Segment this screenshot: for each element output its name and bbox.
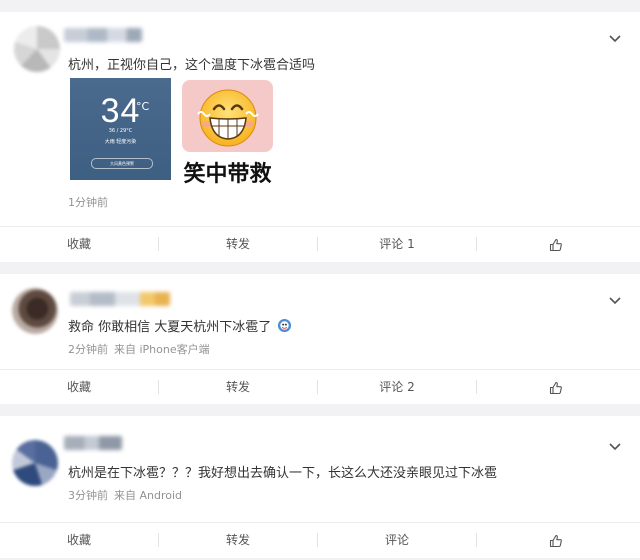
comment-button[interactable]: 评论 2: [318, 370, 476, 404]
username-blurred[interactable]: [64, 28, 142, 42]
like-button[interactable]: [477, 370, 635, 404]
weather-unit: °C: [136, 100, 150, 113]
weather-screenshot-image[interactable]: 34 °C 36 / 29°C 大雨 轻度污染 大风黄色预警: [70, 78, 171, 180]
action-bar: 收藏 转发 评论 1: [0, 226, 640, 261]
post-source[interactable]: 来自 Android: [114, 489, 182, 502]
grinning-face-icon: [197, 89, 259, 147]
emoji-sticker-icon: [278, 318, 292, 333]
like-button[interactable]: [477, 523, 635, 557]
username-blurred[interactable]: [64, 436, 122, 450]
repost-button[interactable]: 转发: [159, 523, 317, 557]
favorite-button[interactable]: 收藏: [0, 227, 158, 261]
post-source[interactable]: 来自 iPhone客户端: [114, 343, 210, 356]
post-time: 1分钟前: [68, 196, 108, 209]
post-card: 救命 你敢相信 大夏天杭州下冰雹了 2分钟前 来自 iPhone客户端 收藏 转发…: [0, 274, 640, 404]
favorite-button[interactable]: 收藏: [0, 523, 158, 557]
weather-range: 36 / 29°C: [108, 128, 133, 134]
post-text-content: 救命 你敢相信 大夏天杭州下冰雹了: [68, 320, 272, 335]
favorite-button[interactable]: 收藏: [0, 370, 158, 404]
like-button[interactable]: [477, 227, 635, 261]
post-card: 杭州，正视你自己，这个温度下冰雹合适吗 34 °C 36 / 29°C 大雨 轻…: [0, 12, 640, 262]
chevron-down-icon[interactable]: [608, 34, 622, 44]
post-text: 杭州，正视你自己，这个温度下冰雹合适吗: [68, 58, 316, 73]
action-bar: 收藏 转发 评论 2: [0, 369, 640, 404]
post-time: 3分钟前: [68, 489, 108, 502]
thumbs-up-icon: [549, 381, 562, 394]
action-bar: 收藏 转发 评论: [0, 522, 640, 557]
post-meta: 2分钟前 来自 iPhone客户端: [68, 341, 210, 357]
chevron-down-icon[interactable]: [608, 296, 622, 306]
avatar[interactable]: [12, 288, 58, 334]
thumbs-up-icon: [549, 238, 562, 251]
thumbs-up-icon: [549, 534, 562, 547]
weather-temp: 34: [100, 92, 141, 130]
username-blurred[interactable]: [70, 292, 170, 306]
post-text: 杭州是在下冰雹？？？我好想出去确认一下，长这么大还没亲眼见过下冰雹: [68, 466, 498, 481]
post-text: 救命 你敢相信 大夏天杭州下冰雹了: [68, 316, 292, 335]
post-card: 杭州是在下冰雹？？？我好想出去确认一下，长这么大还没亲眼见过下冰雹 3分钟前 来自…: [0, 416, 640, 558]
weather-condition: 大雨 轻度污染: [104, 139, 137, 145]
repost-button[interactable]: 转发: [159, 370, 317, 404]
sticker-image[interactable]: 笑中带救: [180, 78, 275, 190]
post-meta: 3分钟前 来自 Android: [68, 487, 182, 503]
weather-alert: 大风黄色预警: [91, 158, 153, 169]
avatar[interactable]: [12, 440, 58, 486]
comment-button[interactable]: 评论: [318, 523, 476, 557]
comment-button[interactable]: 评论 1: [318, 227, 476, 261]
avatar[interactable]: [14, 26, 60, 72]
sticker-caption: 笑中带救: [183, 162, 272, 187]
post-time: 2分钟前: [68, 343, 108, 356]
chevron-down-icon[interactable]: [608, 442, 622, 452]
repost-button[interactable]: 转发: [159, 227, 317, 261]
post-meta: 1分钟前: [68, 194, 108, 210]
